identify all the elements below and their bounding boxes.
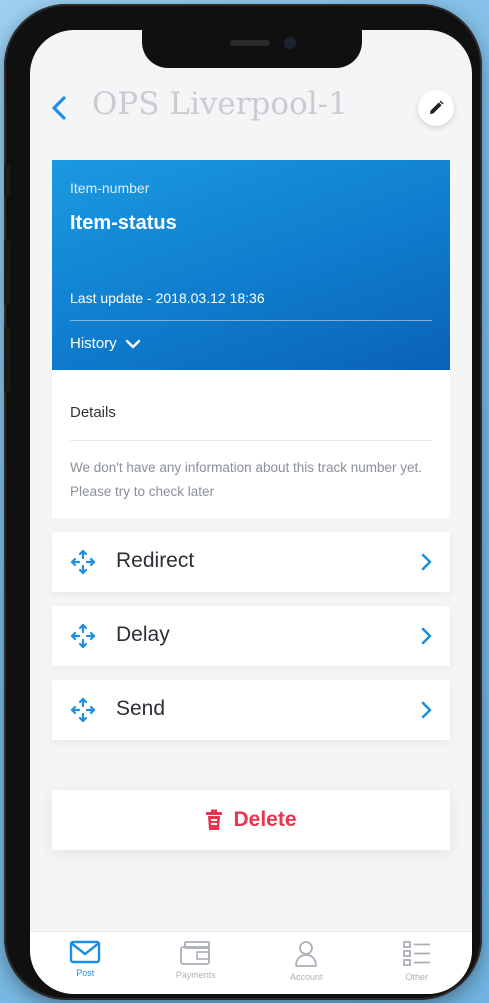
page-title: OPS Liverpool-1 — [92, 86, 348, 122]
envelope-icon — [70, 940, 101, 964]
tab-bar: Post Payments Account Other — [30, 931, 472, 994]
user-icon — [295, 941, 318, 967]
tab-label: Account — [289, 972, 323, 982]
back-button[interactable] — [48, 94, 72, 122]
status-divider — [70, 320, 432, 321]
last-update: Last update - 2018.03.12 18:36 — [70, 290, 265, 306]
details-heading: Details — [70, 404, 116, 421]
history-toggle[interactable]: History — [70, 335, 141, 352]
wallet-icon — [179, 941, 210, 965]
tab-payments[interactable]: Payments — [141, 932, 252, 994]
status-card: Item-number Item-status Last update - 20… — [52, 160, 450, 370]
action-label: Send — [116, 697, 166, 720]
list-icon — [402, 941, 430, 966]
action-label: Delay — [116, 623, 170, 646]
pencil-icon — [430, 100, 444, 114]
chevron-right-icon — [421, 627, 432, 645]
item-number: Item-number — [70, 180, 150, 196]
volume-up-button — [4, 240, 10, 306]
chevron-down-icon — [125, 339, 140, 348]
tab-label: Post — [76, 968, 95, 978]
history-label: History — [70, 335, 117, 352]
tab-label: Payments — [175, 970, 216, 980]
move-arrows-icon — [70, 697, 96, 723]
chevron-right-icon — [421, 553, 432, 571]
camera — [284, 37, 296, 49]
edit-button[interactable] — [418, 90, 454, 126]
chevron-left-icon — [52, 96, 66, 120]
details-card: Details We don't have any information ab… — [52, 370, 450, 518]
trash-icon — [206, 809, 223, 830]
delete-label: Delete — [233, 808, 297, 831]
tab-post[interactable]: Post — [30, 932, 141, 994]
move-arrows-icon — [70, 623, 96, 649]
tab-label: Other — [405, 972, 428, 982]
action-send[interactable]: Send — [52, 680, 450, 740]
details-text: We don't have any information about this… — [70, 460, 423, 499]
volume-down-button — [4, 326, 10, 392]
item-status: Item-status — [70, 212, 177, 234]
screen: OPS Liverpool-1 Item-number Item-status … — [30, 30, 472, 994]
tab-other[interactable]: Other — [362, 932, 473, 994]
tab-account[interactable]: Account — [251, 932, 362, 994]
details-divider — [70, 440, 432, 441]
action-label: Redirect — [116, 549, 195, 572]
action-delay[interactable]: Delay — [52, 606, 450, 666]
chevron-right-icon — [421, 701, 432, 719]
notch — [142, 30, 362, 68]
delete-button[interactable]: Delete — [52, 790, 450, 850]
speaker — [230, 40, 270, 46]
mute-switch — [4, 164, 10, 198]
action-redirect[interactable]: Redirect — [52, 532, 450, 592]
header: OPS Liverpool-1 — [30, 80, 472, 136]
phone-frame: OPS Liverpool-1 Item-number Item-status … — [4, 4, 482, 1000]
move-arrows-icon — [70, 549, 96, 575]
